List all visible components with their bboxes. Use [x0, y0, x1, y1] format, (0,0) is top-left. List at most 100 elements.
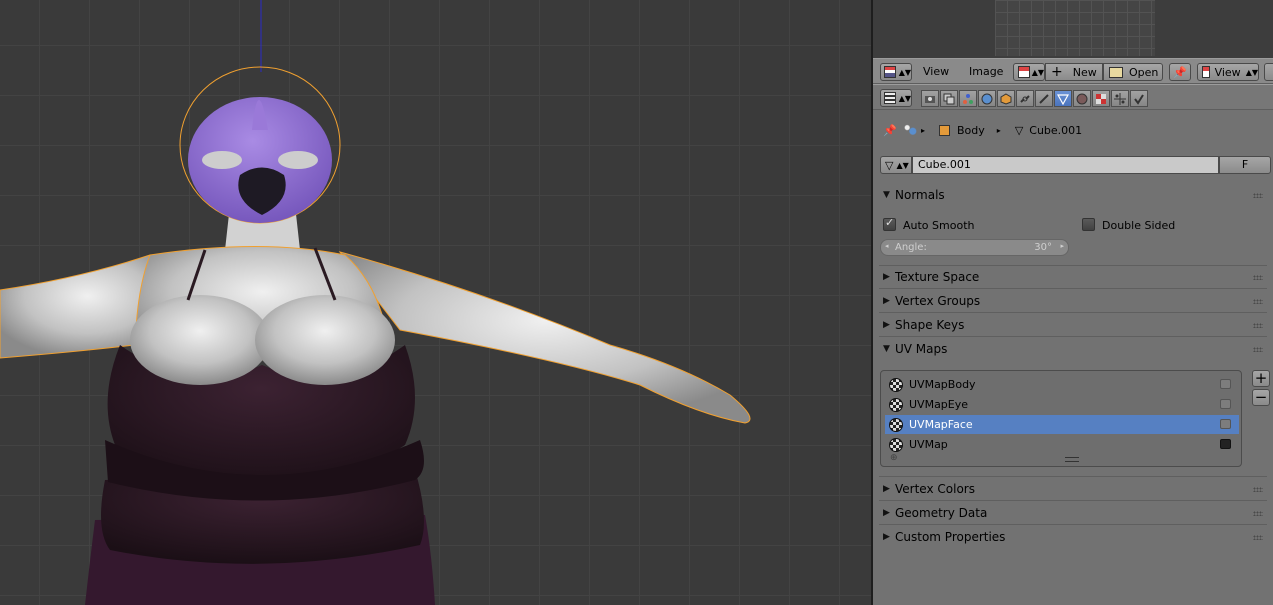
vertex-colors-title: Vertex Colors — [895, 482, 975, 496]
list-item[interactable]: UVMap — [885, 435, 1239, 454]
3d-viewport[interactable] — [0, 0, 871, 605]
custom-properties-panel[interactable]: ▶ Custom Properties — [879, 527, 1267, 547]
physics-tab[interactable] — [1130, 90, 1148, 107]
uv-maps-header[interactable]: ▼ UV Maps — [879, 339, 1267, 359]
uv-image-editor[interactable] — [873, 0, 1273, 58]
drag-grip-icon[interactable] — [1253, 275, 1263, 280]
vertex-groups-panel[interactable]: ▶ Vertex Groups — [879, 291, 1267, 311]
shape-keys-title: Shape Keys — [895, 318, 965, 332]
chevron-updown-icon: ▲▼ — [898, 67, 911, 77]
plus-icon: + — [1051, 64, 1063, 80]
list-item[interactable]: UVMapEye — [885, 395, 1239, 414]
angle-value: 30° — [1034, 242, 1052, 253]
pin-button[interactable]: 📌 — [1169, 63, 1191, 81]
menu-view[interactable]: View — [923, 65, 949, 78]
character-model[interactable] — [0, 0, 871, 605]
uv-map-icon — [889, 397, 903, 412]
drag-grip-icon[interactable] — [1253, 487, 1263, 492]
properties-header: ▲▼ — [873, 84, 1273, 110]
angle-field[interactable]: ◂ Angle: 30° ▸ — [880, 239, 1069, 256]
drag-grip-icon[interactable] — [1253, 535, 1263, 540]
breadcrumb-object: Body — [957, 123, 985, 137]
triangle-down-icon: ▼ — [883, 190, 890, 200]
uv-map-name: UVMapEye — [909, 398, 969, 411]
menu-image[interactable]: Image — [969, 65, 1003, 78]
normals-title: Normals — [895, 188, 945, 202]
breadcrumb: 📌 ▸ Body ▸ ▽ Cube.001 — [883, 120, 1263, 140]
render-layers-tab[interactable] — [940, 90, 958, 107]
triangle-right-icon: ▶ — [883, 320, 890, 330]
image-browse-button[interactable]: ▲▼ — [1013, 63, 1045, 81]
triangle-right-icon: ▶ — [883, 272, 890, 282]
texture-space-title: Texture Space — [895, 270, 980, 284]
uv-maps-title: UV Maps — [895, 342, 948, 356]
editor-type-button[interactable]: ▲▼ — [880, 63, 912, 81]
angle-label: Angle: — [895, 242, 927, 253]
new-label: New — [1072, 65, 1097, 79]
geometry-data-panel[interactable]: ▶ Geometry Data — [879, 503, 1267, 523]
world-tab[interactable] — [978, 90, 996, 107]
separator — [879, 500, 1267, 501]
mesh-data-tab[interactable] — [1054, 90, 1072, 107]
separator — [879, 288, 1267, 289]
drag-grip-icon[interactable] — [1253, 323, 1263, 328]
separator — [879, 524, 1267, 525]
geometry-data-title: Geometry Data — [895, 506, 988, 520]
normals-header[interactable]: ▼ Normals — [879, 185, 1267, 205]
fake-user-button[interactable]: F — [1219, 156, 1271, 174]
remove-uv-map-button[interactable]: − — [1252, 389, 1270, 406]
scene-tab[interactable] — [959, 90, 977, 107]
uv-map-name: UVMap — [909, 438, 948, 451]
camera-icon[interactable] — [1220, 399, 1231, 409]
breadcrumb-mesh: Cube.001 — [1029, 123, 1083, 137]
mesh-icon: ▽ — [1014, 123, 1024, 137]
uv-map-icon — [889, 417, 903, 432]
double-sided-checkbox[interactable] — [1082, 218, 1095, 231]
drag-grip-icon[interactable] — [1253, 511, 1263, 516]
drag-grip-icon[interactable] — [1253, 347, 1263, 352]
object-tab[interactable] — [997, 90, 1015, 107]
new-image-button[interactable]: + New — [1045, 63, 1103, 81]
material-tab[interactable] — [1073, 90, 1091, 107]
separator — [879, 476, 1267, 477]
image-icon — [1018, 66, 1030, 78]
drag-grip-icon[interactable] — [1253, 299, 1263, 304]
list-resize-handle[interactable] — [1065, 457, 1079, 462]
triangle-right-icon: ▶ — [883, 508, 890, 518]
constraints-tab[interactable] — [1016, 90, 1034, 107]
drag-grip-icon[interactable] — [1253, 193, 1263, 198]
triangle-right-icon: ▶ — [883, 296, 890, 306]
camera-icon[interactable] — [1220, 439, 1231, 449]
render-tab[interactable] — [921, 90, 939, 107]
camera-icon[interactable] — [1220, 419, 1231, 429]
camera-icon[interactable] — [1220, 379, 1231, 389]
triangle-right-icon: ▶ — [883, 484, 890, 494]
list-item[interactable]: UVMapBody — [885, 375, 1239, 394]
properties-editor-type-button[interactable]: ▲▼ — [880, 89, 912, 107]
triangle-down-icon: ▼ — [883, 344, 890, 354]
list-item[interactable]: UVMapFace — [885, 415, 1239, 434]
mesh-browse-button[interactable]: ▽ ▲▼ — [880, 156, 912, 174]
texture-space-panel[interactable]: ▶ Texture Space — [879, 267, 1267, 287]
uv-maps-panel: ▼ UV Maps — [879, 339, 1267, 359]
filter-plus-icon[interactable]: ⊕ — [890, 453, 898, 463]
add-uv-map-button[interactable]: + — [1252, 370, 1270, 387]
shape-keys-panel[interactable]: ▶ Shape Keys — [879, 315, 1267, 335]
pin-icon[interactable]: 📌 — [883, 124, 897, 137]
folder-icon — [1109, 66, 1123, 78]
uv-map-name: UVMapBody — [909, 378, 976, 391]
more-button[interactable] — [1264, 63, 1273, 81]
vertex-colors-panel[interactable]: ▶ Vertex Colors — [879, 479, 1267, 499]
double-sided-label: Double Sided — [1102, 219, 1176, 232]
modifiers-tab[interactable] — [1035, 90, 1053, 107]
open-image-button[interactable]: Open — [1103, 63, 1163, 81]
mesh-name-field[interactable]: Cube.001 — [912, 156, 1219, 174]
chevron-left-icon: ◂ — [885, 242, 889, 250]
scene-icon — [903, 124, 917, 136]
particles-tab[interactable] — [1111, 90, 1129, 107]
uv-maps-list[interactable]: UVMapBody UVMapEye UVMapFace UVMap ⊕ — [880, 370, 1242, 467]
texture-tab[interactable] — [1092, 90, 1110, 107]
auto-smooth-checkbox[interactable] — [883, 216, 896, 231]
view-mode-select[interactable]: View ▲▼ — [1197, 63, 1259, 81]
chevron-updown-icon: ▲▼ — [898, 93, 911, 103]
